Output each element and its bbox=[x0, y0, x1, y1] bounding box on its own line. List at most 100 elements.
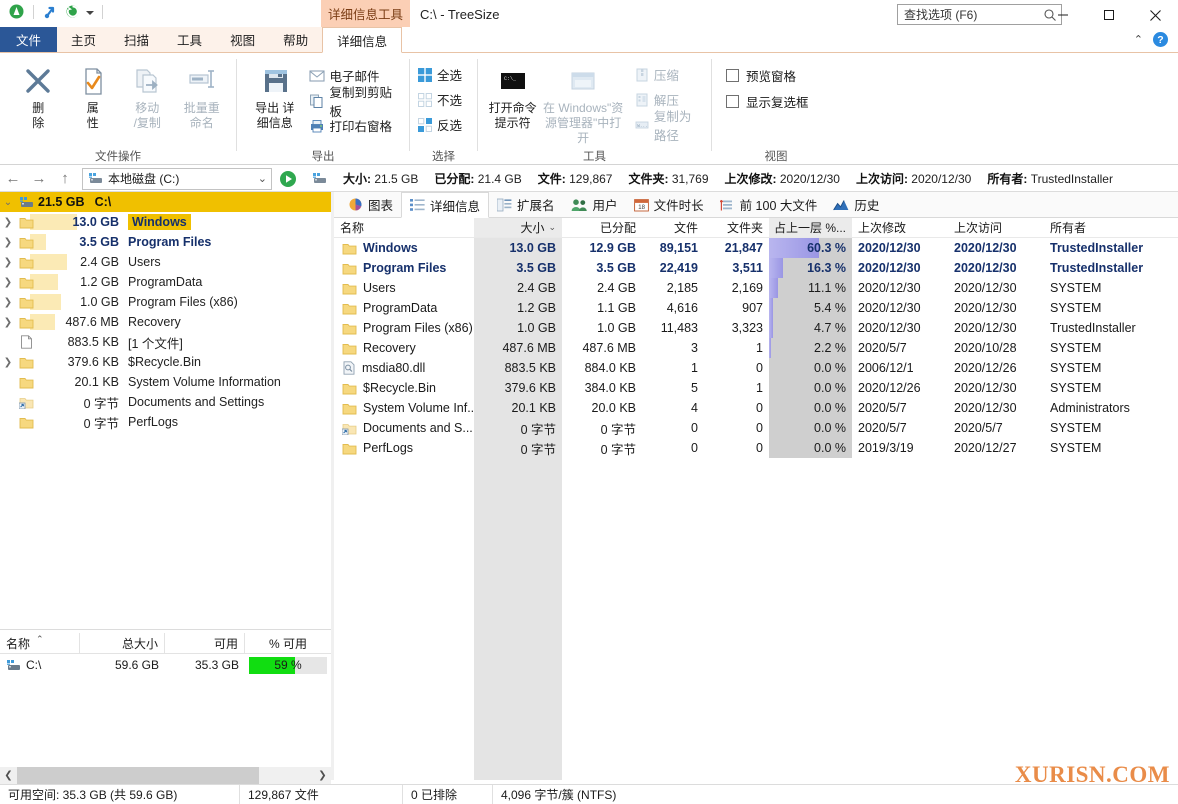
tree-expander-icon[interactable]: ❯ bbox=[0, 292, 16, 312]
print-right-pane-button[interactable]: 打印右窗格 bbox=[309, 113, 402, 138]
table-row[interactable]: Recovery 487.6 MB 487.6 MB 3 1 2.2 % 2020/5/7 2… bbox=[334, 338, 1178, 358]
drive-col-pct[interactable]: % 可用 bbox=[245, 633, 331, 653]
qat-dropdown-caret-icon[interactable] bbox=[86, 10, 94, 15]
drive-col-free[interactable]: 可用 bbox=[165, 633, 245, 653]
go-scan-button[interactable] bbox=[278, 169, 298, 189]
column-header-7[interactable]: 上次修改 bbox=[852, 218, 948, 237]
tree-row[interactable]: ❯ 379.6 KB $Recycle.Bin bbox=[0, 352, 331, 372]
view-tab-4[interactable]: 用户 bbox=[563, 192, 626, 217]
tree-expander-icon[interactable]: ❯ bbox=[0, 352, 16, 372]
column-header-3[interactable]: 已分配 bbox=[562, 218, 642, 237]
close-button[interactable] bbox=[1132, 0, 1178, 30]
tree-row[interactable]: ❯ 1.2 GB ProgramData bbox=[0, 272, 331, 292]
help-icon[interactable]: ? bbox=[1153, 32, 1168, 47]
column-header-5[interactable]: 文件夹 bbox=[704, 218, 769, 237]
tab-file[interactable]: 文件 bbox=[0, 27, 58, 52]
scroll-right-icon[interactable]: ❯ bbox=[314, 767, 331, 784]
move-copy-button[interactable]: 移动 /复制 bbox=[121, 58, 174, 131]
tab-scan[interactable]: 扫描 bbox=[110, 27, 163, 52]
delete-button[interactable]: 删 除 bbox=[12, 58, 65, 131]
compress-button[interactable]: 压缩 bbox=[635, 62, 703, 87]
view-tab-1[interactable]: 图表 bbox=[340, 192, 401, 217]
tree-expander-icon[interactable]: ⌄ bbox=[0, 192, 16, 212]
open-command-prompt-button[interactable]: C:\_ 打开命令 提示符 bbox=[488, 58, 537, 131]
tab-help[interactable]: 帮助 bbox=[269, 27, 322, 52]
maximize-button[interactable] bbox=[1086, 0, 1132, 30]
show-checkboxes-checkbox-row[interactable]: 显示复选框 bbox=[726, 88, 809, 114]
column-header-9[interactable]: 所有者 bbox=[1044, 218, 1174, 237]
column-header-8[interactable]: 上次访问 bbox=[948, 218, 1044, 237]
tree-row[interactable]: ❯ 3.5 GB Program Files bbox=[0, 232, 331, 252]
view-tab-2[interactable]: 详细信息 bbox=[401, 192, 490, 218]
hscroll-track[interactable] bbox=[17, 767, 314, 784]
tree-row[interactable]: ❯ 1.0 GB Program Files (x86) bbox=[0, 292, 331, 312]
tree-expander-icon[interactable]: ❯ bbox=[0, 232, 16, 252]
tree-row[interactable]: ❯ 13.0 GB Windows bbox=[0, 212, 331, 232]
refresh-icon[interactable] bbox=[64, 3, 81, 20]
tree-row[interactable]: 0 字节 Documents and Settings bbox=[0, 392, 331, 412]
scroll-left-icon[interactable]: ❮ bbox=[0, 767, 17, 784]
open-in-explorer-button[interactable]: 在 Windows"资 源管理器"中打开 bbox=[539, 58, 627, 146]
tree-row[interactable]: 883.5 KB [1 个文件] bbox=[0, 332, 331, 352]
table-row[interactable]: Program Files (x86) 1.0 GB 1.0 GB 11,483 3,3… bbox=[334, 318, 1178, 338]
tree-row[interactable]: ❯ 487.6 MB Recovery bbox=[0, 312, 331, 332]
drive-list-hscrollbar[interactable]: ❮ ❯ bbox=[0, 767, 331, 784]
search-input[interactable]: 查找选项 (F6) bbox=[897, 4, 1062, 25]
tree-row[interactable]: 0 字节 PerfLogs bbox=[0, 412, 331, 432]
tab-tools[interactable]: 工具 bbox=[163, 27, 216, 52]
forward-button[interactable]: → bbox=[26, 167, 52, 191]
table-row[interactable]: ProgramData 1.2 GB 1.1 GB 4,616 907 5.4 % 2020… bbox=[334, 298, 1178, 318]
column-header-6[interactable]: 占上一层 %... bbox=[769, 218, 852, 237]
table-row[interactable]: Users 2.4 GB 2.4 GB 2,185 2,169 11.1 % 2020/12… bbox=[334, 278, 1178, 298]
table-row[interactable]: $Recycle.Bin 379.6 KB 384.0 KB 5 1 0.0 % 2020/… bbox=[334, 378, 1178, 398]
bulk-rename-button[interactable]: 批量重 命名 bbox=[176, 58, 229, 131]
hscroll-thumb[interactable] bbox=[17, 767, 259, 784]
tree-expander-icon[interactable]: ❯ bbox=[0, 312, 16, 332]
column-header-4[interactable]: 文件 bbox=[642, 218, 704, 237]
view-tab-5[interactable]: 18 文件时长 bbox=[626, 192, 712, 217]
view-tab-6[interactable]: 前 100 大文件 bbox=[712, 192, 826, 217]
chevron-down-icon[interactable]: ⌄ bbox=[258, 172, 267, 185]
tree-row[interactable]: ❯ 2.4 GB Users bbox=[0, 252, 331, 272]
details-table-body[interactable]: Windows 13.0 GB 12.9 GB 89,151 21,847 60.3 % 2… bbox=[334, 238, 1178, 458]
tab-details[interactable]: 详细信息 bbox=[322, 27, 403, 53]
select-all-button[interactable]: 全选 bbox=[418, 62, 466, 87]
table-row[interactable]: Program Files 3.5 GB 3.5 GB 22,419 3,511 16.3… bbox=[334, 258, 1178, 278]
minimize-button[interactable] bbox=[1040, 0, 1086, 30]
invert-selection-button[interactable]: 反选 bbox=[418, 112, 466, 137]
preview-pane-checkbox[interactable] bbox=[726, 68, 739, 82]
preview-pane-checkbox-row[interactable]: 预览窗格 bbox=[726, 62, 809, 88]
column-header-2[interactable]: 大小 ⌄ bbox=[474, 218, 562, 237]
show-checkboxes-checkbox[interactable] bbox=[726, 94, 739, 108]
tree-expander-icon[interactable]: ❯ bbox=[0, 272, 16, 292]
table-row[interactable]: Windows 13.0 GB 12.9 GB 89,151 21,847 60.3 % 2… bbox=[334, 238, 1178, 258]
copy-as-path-button[interactable]: W... 复制为路径 bbox=[635, 110, 703, 143]
table-row[interactable]: Documents and S... 0 字节 0 字节 0 0 0.0 % 2020/5/… bbox=[334, 418, 1178, 438]
column-header-1[interactable]: 名称 bbox=[334, 218, 474, 237]
view-tab-7[interactable]: 历史 bbox=[825, 192, 887, 217]
tab-home[interactable]: 主页 bbox=[57, 27, 110, 52]
tree-root-size: 21.5 GB bbox=[38, 195, 85, 209]
collapse-ribbon-icon[interactable]: ⌃ bbox=[1134, 33, 1143, 46]
tree-expander-icon[interactable]: ❯ bbox=[0, 252, 16, 272]
drive-list-row[interactable]: C:\ 59.6 GB 35.3 GB 59 % bbox=[0, 654, 331, 676]
drive-col-name[interactable]: 名称 ⌃ bbox=[0, 633, 80, 653]
table-row[interactable]: PerfLogs 0 字节 0 字节 0 0 0.0 % 2019/3/19 2020/12/… bbox=[334, 438, 1178, 458]
properties-button[interactable]: 属 性 bbox=[67, 58, 120, 131]
up-button[interactable]: ↑ bbox=[52, 167, 78, 191]
tree-row[interactable]: 20.1 KB System Volume Information bbox=[0, 372, 331, 392]
tree-row-root[interactable]: ⌄ 21.5 GB C:\ bbox=[0, 192, 331, 212]
scan-arrow-icon[interactable] bbox=[42, 3, 59, 20]
directory-tree[interactable]: ⌄ 21.5 GB C:\ ❯ 13.0 GB Windows ❯ 3.5 GB Prog… bbox=[0, 192, 331, 629]
drive-col-total[interactable]: 总大小 bbox=[80, 633, 165, 653]
address-combobox[interactable]: 本地磁盘 (C:) ⌄ bbox=[82, 167, 272, 190]
view-tab-3[interactable]: 扩展名 bbox=[489, 192, 563, 217]
table-row[interactable]: msdia80.dll 883.5 KB 884.0 KB 1 0 0.0 % 2006/1… bbox=[334, 358, 1178, 378]
tab-view[interactable]: 视图 bbox=[216, 27, 269, 52]
tree-expander-icon[interactable]: ❯ bbox=[0, 212, 16, 232]
table-row[interactable]: System Volume Inf... 20.1 KB 20.0 KB 4 0 0.0 … bbox=[334, 398, 1178, 418]
select-none-button[interactable]: 不选 bbox=[418, 87, 466, 112]
copy-to-clipboard-button[interactable]: 复制到剪贴板 bbox=[309, 86, 402, 119]
export-details-button[interactable]: 导出 详 细信息 bbox=[247, 58, 303, 131]
back-button[interactable]: ← bbox=[0, 167, 26, 191]
